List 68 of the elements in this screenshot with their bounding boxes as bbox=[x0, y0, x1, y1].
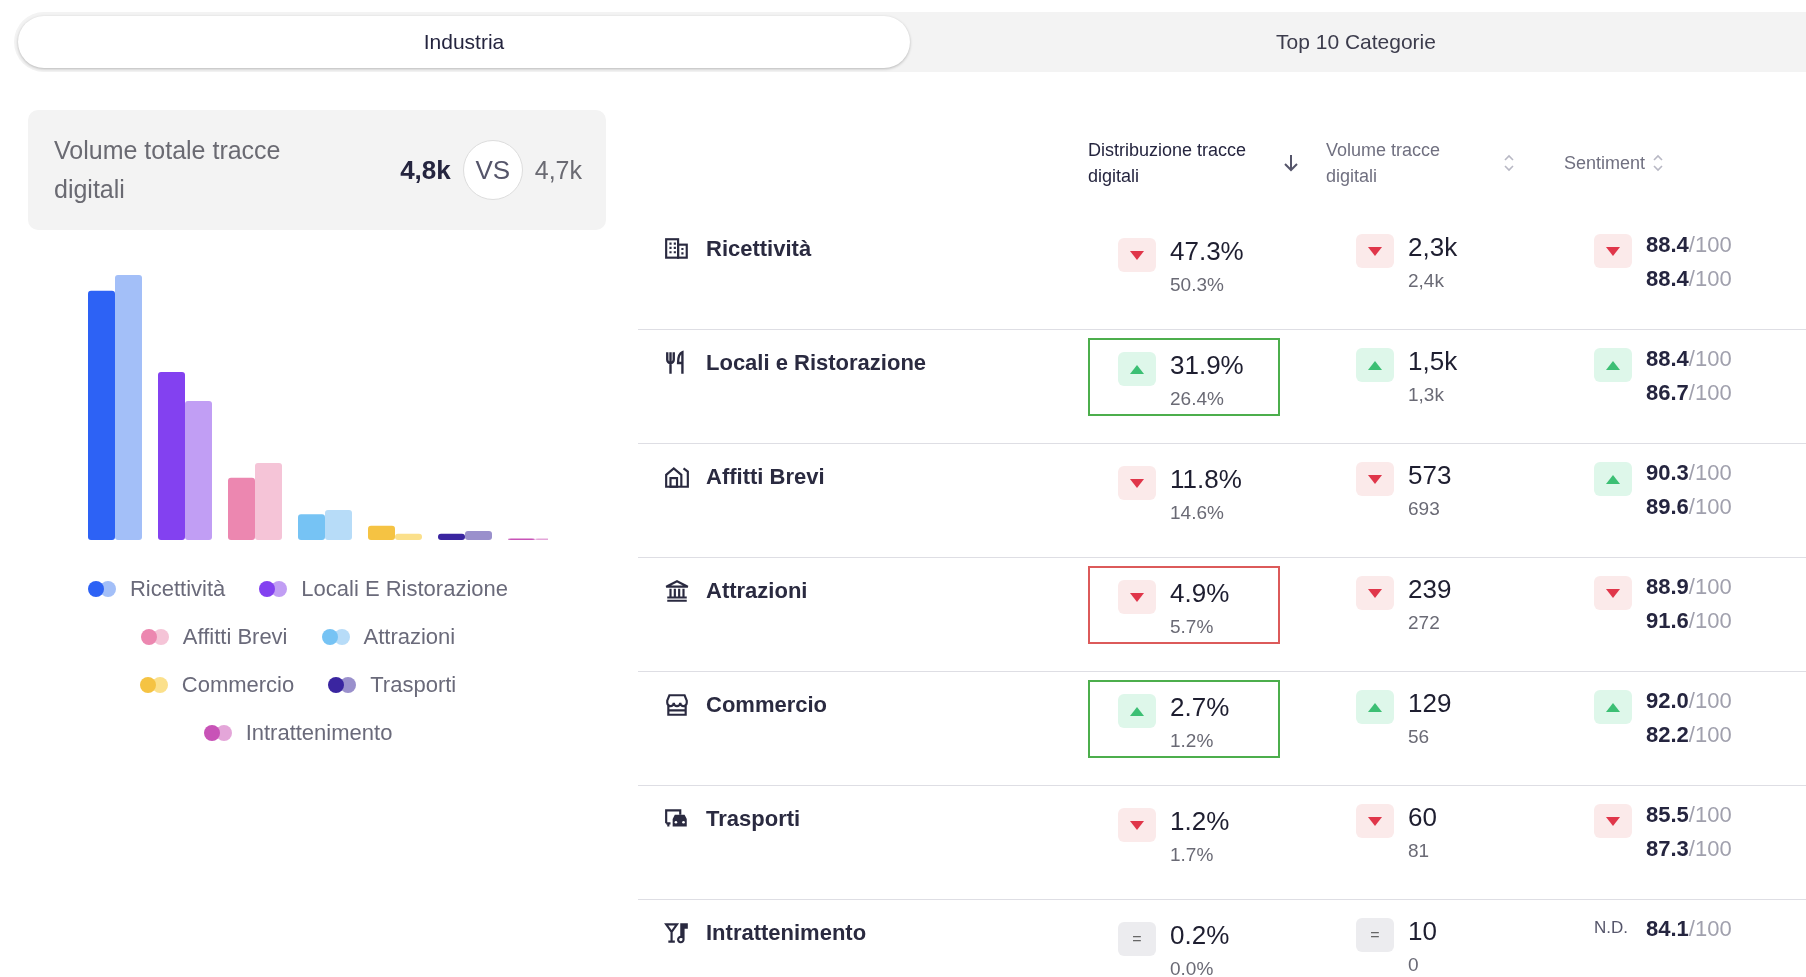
current-value: 60 bbox=[1408, 801, 1437, 834]
current-score: 88.4/100 bbox=[1646, 231, 1732, 259]
previous-value: 1.7% bbox=[1170, 843, 1215, 867]
previous-score: 89.6/100 bbox=[1646, 493, 1732, 521]
legend-label: Attrazioni bbox=[363, 624, 456, 650]
current-score: 84.1/100 bbox=[1646, 915, 1732, 943]
sort-arrow-icon[interactable] bbox=[1282, 152, 1300, 174]
previous-value: 1,3k bbox=[1408, 383, 1445, 407]
current-score: 88.4/100 bbox=[1646, 345, 1732, 373]
previous-score: 87.3/100 bbox=[1646, 835, 1732, 863]
category-name: Intrattenimento bbox=[706, 920, 867, 946]
current-value: 1.2% bbox=[1170, 805, 1230, 838]
legend-label: Commercio bbox=[181, 672, 295, 698]
legend-label: Ricettività bbox=[130, 576, 226, 602]
legend-label: Intrattenimento bbox=[245, 720, 393, 746]
previous-score: 88.4/100 bbox=[1646, 265, 1732, 293]
current-score: 90.3/100 bbox=[1646, 459, 1732, 487]
previous-value: 0 bbox=[1408, 953, 1420, 977]
current-score: 88.9/100 bbox=[1646, 573, 1732, 601]
tab[interactable]: Industria bbox=[18, 16, 910, 68]
current-value: 4.9% bbox=[1170, 577, 1230, 610]
previous-value: 26.4% bbox=[1170, 387, 1225, 411]
previous-value: 5.7% bbox=[1170, 615, 1215, 639]
current-value: 239 bbox=[1408, 573, 1452, 606]
previous-value: 0.0% bbox=[1170, 957, 1215, 977]
category-name: Commercio bbox=[706, 692, 828, 718]
previous-value: 2,4k bbox=[1408, 269, 1445, 293]
previous-value: 1.2% bbox=[1170, 729, 1215, 753]
current-value: 0.2% bbox=[1170, 919, 1230, 952]
previous-total: 4,7k bbox=[534, 155, 582, 185]
legend-label: Locali E Ristorazione bbox=[301, 576, 508, 602]
tab[interactable]: Top 10 Categorie bbox=[910, 16, 1802, 68]
summary-label: Volume totale tracce digitali bbox=[54, 135, 282, 205]
column-header[interactable]: Sentiment bbox=[1564, 150, 1646, 176]
previous-score: 82.2/100 bbox=[1646, 721, 1732, 749]
current-value: 10 bbox=[1408, 915, 1437, 948]
previous-score: 86.7/100 bbox=[1646, 379, 1732, 407]
previous-score: 91.6/100 bbox=[1646, 607, 1732, 635]
current-value: 47.3% bbox=[1170, 235, 1244, 268]
legend-label: Affitti Brevi bbox=[182, 624, 288, 650]
category-name: Trasporti bbox=[706, 806, 801, 832]
category-name: Affitti Brevi bbox=[706, 464, 825, 490]
column-header[interactable]: Volume tracce digitali bbox=[1326, 137, 1496, 189]
legend-label: Trasporti bbox=[370, 672, 457, 698]
category-name: Attrazioni bbox=[706, 578, 808, 604]
previous-value: 693 bbox=[1408, 497, 1441, 521]
column-header[interactable]: Distribuzione tracce digitali bbox=[1088, 137, 1278, 189]
previous-value: 50.3% bbox=[1170, 273, 1225, 297]
previous-value: 14.6% bbox=[1170, 501, 1225, 525]
trend-badge: = bbox=[1356, 918, 1394, 952]
current-score: 85.5/100 bbox=[1646, 801, 1732, 829]
current-value: 573 bbox=[1408, 459, 1452, 492]
category-name: Locali e Ristorazione bbox=[706, 350, 927, 376]
current-score: 92.0/100 bbox=[1646, 687, 1732, 715]
current-value: 1,5k bbox=[1408, 345, 1458, 378]
category-name: Ricettività bbox=[706, 236, 812, 262]
trend-badge: = bbox=[1118, 922, 1156, 956]
not-available-label: N.D. bbox=[1594, 918, 1629, 938]
current-value: 11.8% bbox=[1170, 463, 1242, 496]
current-total: 4,8k bbox=[400, 154, 451, 186]
previous-value: 81 bbox=[1408, 839, 1431, 863]
versus-badge: VS bbox=[462, 140, 523, 200]
previous-value: 56 bbox=[1408, 725, 1431, 749]
current-value: 2,3k bbox=[1408, 231, 1458, 264]
current-value: 129 bbox=[1408, 687, 1452, 720]
current-value: 2.7% bbox=[1170, 691, 1230, 724]
current-value: 31.9% bbox=[1170, 349, 1244, 382]
previous-value: 272 bbox=[1408, 611, 1441, 635]
